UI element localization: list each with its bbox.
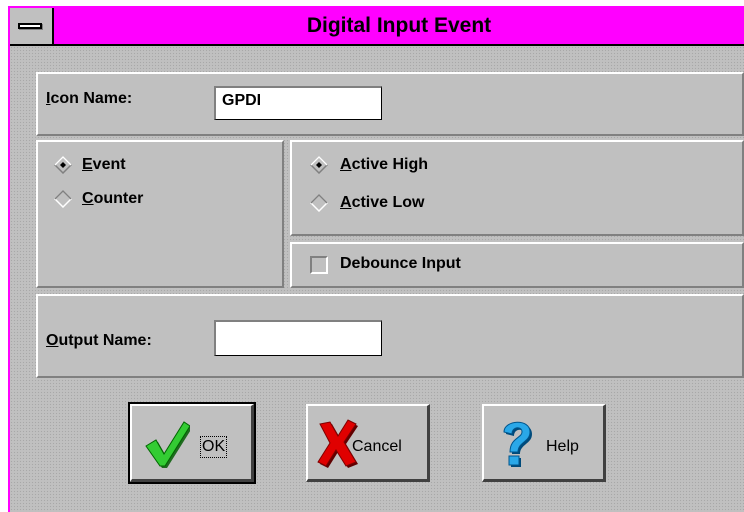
active-high-label: Active High — [340, 156, 429, 173]
window-title: Digital Input Event — [306, 14, 492, 37]
system-menu-icon — [18, 23, 42, 29]
radio-unselected-icon — [54, 190, 72, 208]
icon-name-label: Icon Name: — [46, 90, 133, 107]
help-label: Help — [546, 438, 579, 455]
radio-unselected-icon — [310, 194, 328, 212]
event-radio[interactable] — [54, 156, 72, 174]
title-bar[interactable]: Digital Input Event — [10, 8, 744, 46]
ok-button[interactable]: OK — [128, 402, 256, 484]
active-low-radio[interactable] — [310, 194, 328, 212]
counter-label: Counter — [82, 190, 144, 207]
question-icon — [503, 421, 532, 467]
event-label: Event — [82, 156, 126, 173]
active-low-label: Active Low — [340, 194, 425, 211]
cancel-button[interactable]: Cancel — [306, 404, 430, 482]
counter-radio[interactable] — [54, 190, 72, 208]
ok-label: OK — [199, 436, 228, 458]
dialog-client-area: Icon Name: GPDI Event Counter Active Hig… — [10, 46, 744, 512]
radio-selected-icon — [310, 156, 328, 174]
debounce-checkbox[interactable] — [310, 256, 328, 274]
output-name-label: Output Name: — [46, 332, 152, 349]
radio-selected-icon — [54, 156, 72, 174]
cancel-label: Cancel — [352, 438, 402, 455]
icon-name-input[interactable]: GPDI — [214, 86, 382, 120]
checkmark-icon — [145, 421, 190, 468]
debounce-label: Debounce Input — [340, 255, 461, 272]
icon-name-panel: Icon Name: GPDI — [36, 72, 744, 136]
help-button[interactable]: Help — [482, 404, 606, 482]
polarity-panel: Active High Active Low — [290, 140, 744, 236]
dialog-window: Digital Input Event Icon Name: GPDI Even… — [8, 6, 744, 512]
output-name-input[interactable] — [214, 320, 382, 356]
active-high-radio[interactable] — [310, 156, 328, 174]
system-menu-button[interactable] — [10, 8, 54, 44]
output-name-panel: Output Name: — [36, 294, 744, 378]
mode-panel: Event Counter — [36, 140, 284, 288]
debounce-panel: Debounce Input — [290, 242, 744, 288]
